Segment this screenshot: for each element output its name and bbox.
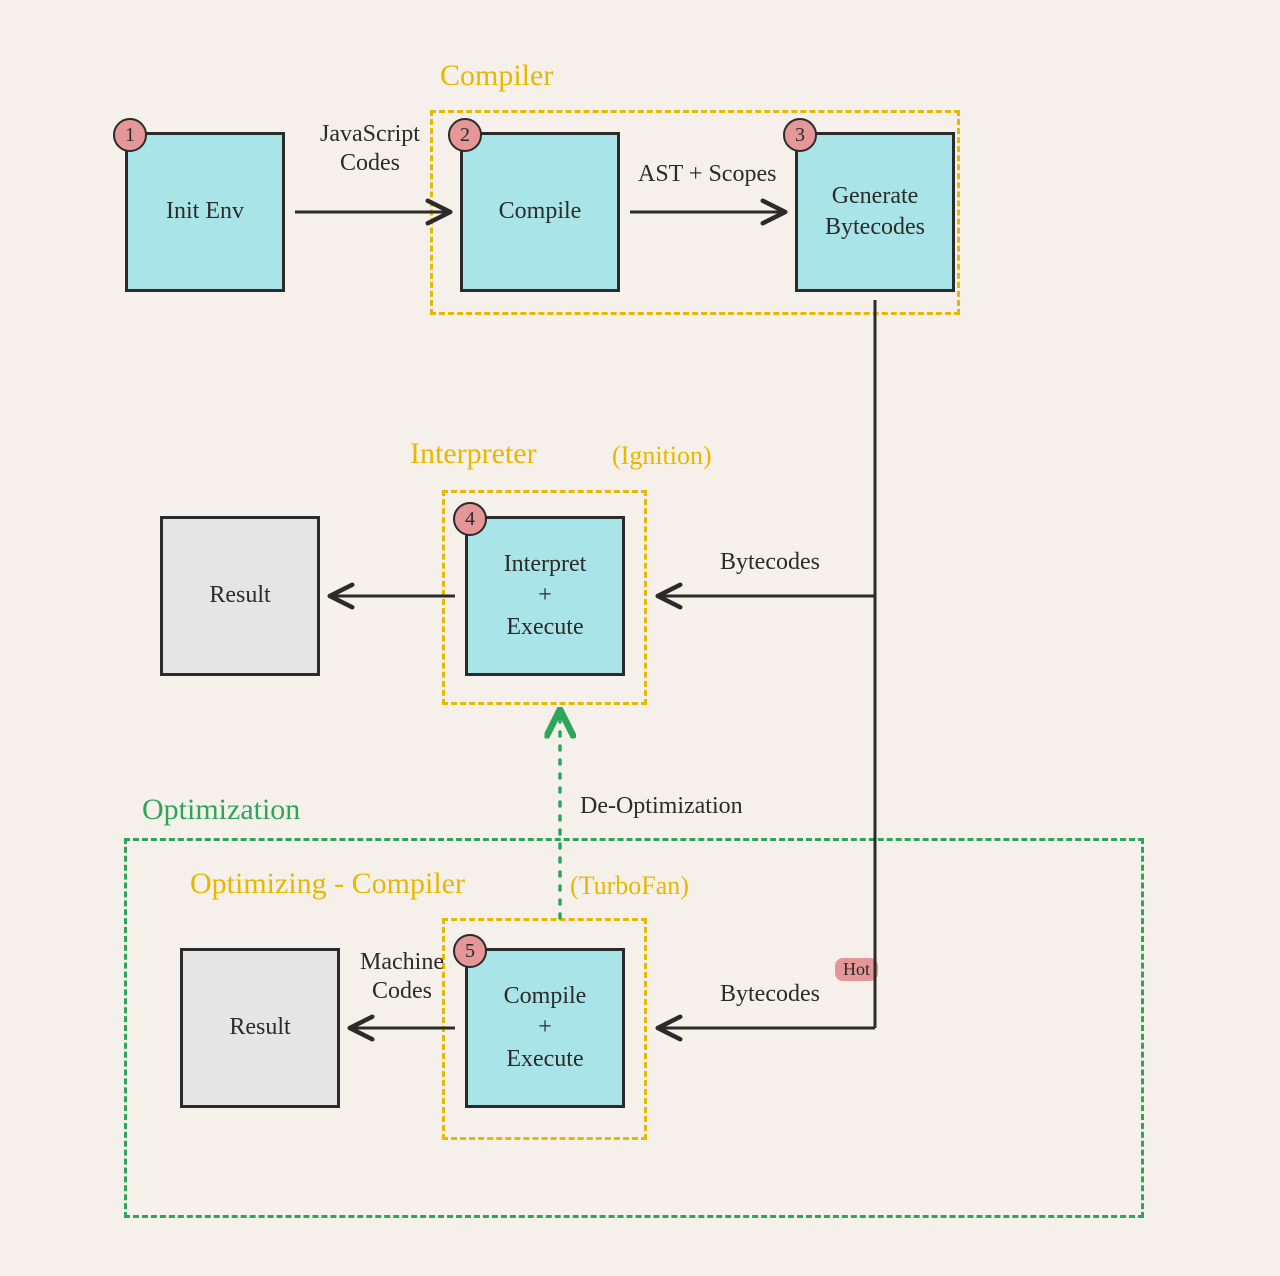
node-interpret-execute: Interpret + Execute: [465, 516, 625, 676]
note-interpreter: (Ignition): [612, 440, 712, 471]
node-label: Compile: [499, 196, 582, 227]
node-label: Generate Bytecodes: [825, 181, 925, 243]
node-compile-execute: Compile + Execute: [465, 948, 625, 1108]
node-generate-bytecodes: Generate Bytecodes: [795, 132, 955, 292]
node-label: Result: [229, 1012, 290, 1043]
edge-label-deopt: De-Optimization: [580, 792, 743, 821]
edge-label-bytecodes-2: Bytecodes: [720, 980, 820, 1009]
edge-label-ast-scopes: AST + Scopes: [638, 160, 776, 189]
badge-hot: Hot: [835, 958, 878, 981]
title-optimization: Optimization: [142, 792, 300, 828]
badge-3: 3: [783, 118, 817, 152]
node-label: Compile + Execute: [504, 981, 587, 1075]
title-optimizing-compiler: Optimizing - Compiler: [190, 866, 465, 902]
badge-5: 5: [453, 934, 487, 968]
node-compile: Compile: [460, 132, 620, 292]
note-optimizing-compiler: (TurboFan): [570, 870, 689, 901]
node-init-env: Init Env: [125, 132, 285, 292]
node-label: Init Env: [166, 196, 244, 227]
node-result-bottom: Result: [180, 948, 340, 1108]
node-label: Result: [209, 580, 270, 611]
title-compiler: Compiler: [440, 58, 553, 94]
diagram-canvas: Compiler Interpreter (Ignition) Optimiza…: [0, 0, 1280, 1276]
badge-4: 4: [453, 502, 487, 536]
badge-2: 2: [448, 118, 482, 152]
title-interpreter: Interpreter: [410, 436, 537, 472]
node-label: Interpret + Execute: [504, 549, 587, 643]
badge-1: 1: [113, 118, 147, 152]
edge-label-js-codes: JavaScript Codes: [300, 120, 440, 178]
edge-label-bytecodes-1: Bytecodes: [720, 548, 820, 577]
edge-label-machine-codes: Machine Codes: [352, 948, 452, 1006]
node-result-top: Result: [160, 516, 320, 676]
